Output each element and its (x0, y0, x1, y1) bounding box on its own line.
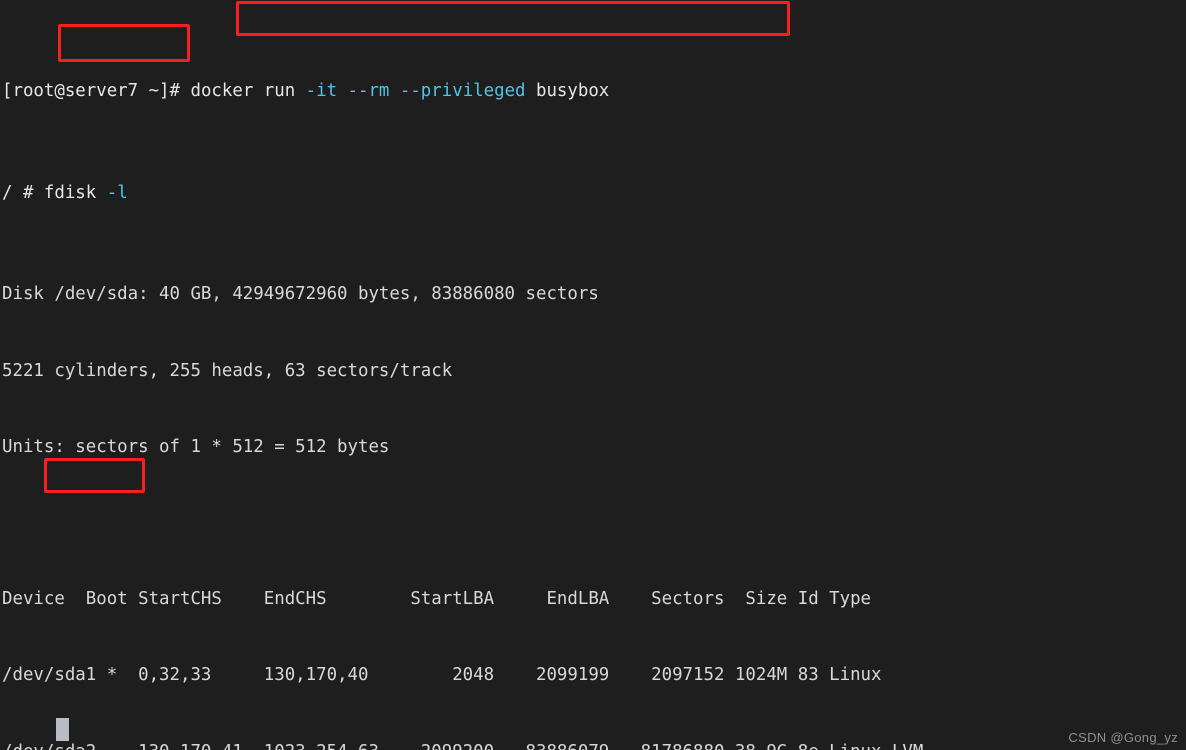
shell-prompt-host: [root@server7 ~]# (2, 81, 191, 102)
terminal-line-fdisk-command: / # fdisk -l (0, 181, 1186, 206)
csdn-watermark: CSDN @Gong_yz (1068, 730, 1178, 745)
command-docker-run: docker run (190, 81, 306, 102)
command-docker-flags: -it --rm --privileged (305, 81, 526, 102)
shell-prompt-container-1: / # (2, 182, 44, 203)
command-fdisk-flag: -l (106, 182, 128, 203)
partition-table-header: Device Boot StartCHS EndCHS StartLBA End… (2, 589, 872, 610)
output-blank-1 (0, 511, 1186, 536)
terminal-window: [root@server7 ~]# docker run -it --rm --… (0, 0, 1186, 750)
partition-table-row-sda1: /dev/sda1 * 0,32,33 130,170,40 2048 2099… (2, 665, 882, 686)
terminal-line-host-docker: [root@server7 ~]# docker run -it --rm --… (0, 79, 1186, 104)
command-docker-image: busybox (525, 81, 610, 102)
output-disk-sda-summary: Disk /dev/sda: 40 GB, 42949672960 bytes,… (2, 284, 599, 305)
terminal-cursor (56, 718, 69, 741)
command-fdisk: fdisk (43, 182, 107, 203)
partition-table-row-sda2: /dev/sda2 130,170,41 1023,254,63 2099200… (0, 740, 1186, 750)
output-disk-sda-geometry: 5221 cylinders, 255 heads, 63 sectors/tr… (2, 360, 453, 381)
terminal-output[interactable]: [root@server7 ~]# docker run -it --rm --… (0, 0, 1186, 750)
output-disk-sda-units: Units: sectors of 1 * 512 = 512 bytes (2, 436, 390, 457)
